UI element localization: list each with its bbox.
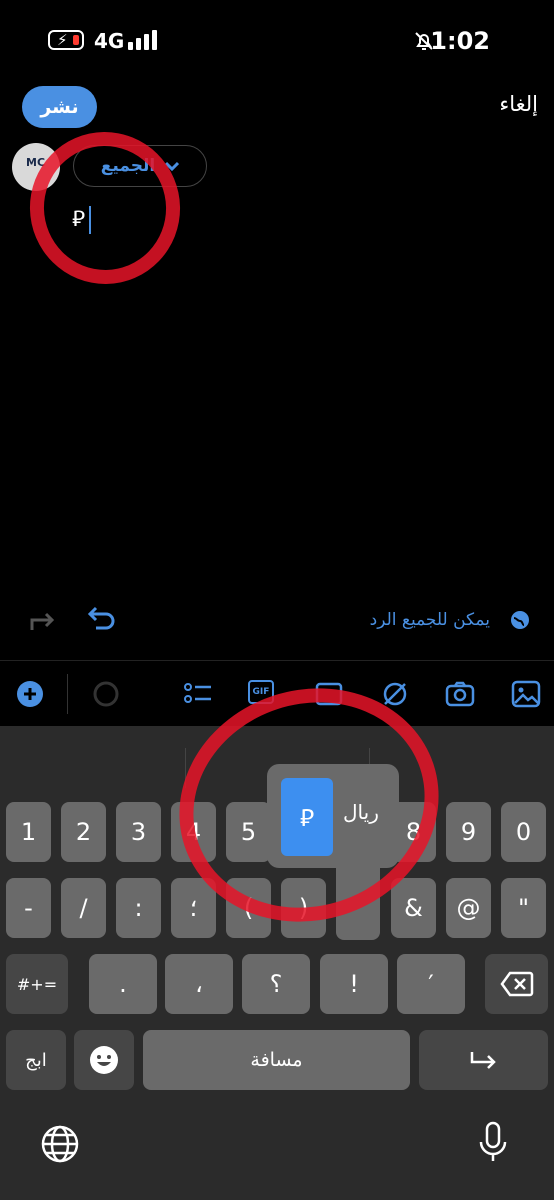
- status-bar: ⚡ 4G 1:02: [0, 0, 554, 80]
- key-quote[interactable]: ": [501, 878, 546, 938]
- reply-setting-label[interactable]: يمكن للجميع الرد: [370, 610, 490, 630]
- network-type: 4G: [94, 29, 125, 53]
- cancel-button[interactable]: إلغاء: [499, 92, 538, 116]
- key-3[interactable]: 3: [116, 802, 161, 862]
- globe-icon[interactable]: [40, 1124, 80, 1164]
- key-1[interactable]: 1: [6, 802, 51, 862]
- backspace-key[interactable]: [485, 954, 548, 1014]
- image-icon[interactable]: [510, 678, 542, 710]
- key-slash[interactable]: /: [61, 878, 106, 938]
- symbols-key[interactable]: #+=: [6, 954, 68, 1014]
- abc-key[interactable]: ابج: [6, 1030, 66, 1090]
- key-minus[interactable]: -: [6, 878, 51, 938]
- space-key[interactable]: مسافة: [143, 1030, 410, 1090]
- progress-ring-icon: [93, 681, 119, 707]
- undo-icon[interactable]: [86, 604, 118, 634]
- battery-icon: ⚡: [48, 30, 84, 50]
- add-thread-icon[interactable]: [14, 678, 46, 710]
- poll-icon[interactable]: [182, 678, 214, 710]
- toolbar-separator: [67, 674, 68, 714]
- emoji-icon: [90, 1046, 118, 1074]
- key-ampersand[interactable]: &: [391, 878, 436, 938]
- return-key[interactable]: [419, 1030, 548, 1090]
- gif-label: GIF: [252, 687, 270, 697]
- publish-button[interactable]: نشر: [22, 86, 97, 128]
- key-0[interactable]: 0: [501, 802, 546, 862]
- return-icon: [470, 1052, 496, 1069]
- globe-icon[interactable]: [510, 610, 530, 630]
- key-arabic-question[interactable]: ؟: [242, 954, 310, 1014]
- camera-icon[interactable]: [444, 678, 476, 710]
- microphone-icon[interactable]: [476, 1120, 510, 1164]
- key-9[interactable]: 9: [446, 802, 491, 862]
- divider: [0, 660, 554, 661]
- key-exclamation[interactable]: !: [320, 954, 388, 1014]
- key-colon[interactable]: :: [116, 878, 161, 938]
- signal-icon: [128, 30, 160, 50]
- key-at[interactable]: @: [446, 878, 491, 938]
- key-arabic-comma[interactable]: ،: [165, 954, 233, 1014]
- redo-icon[interactable]: [28, 606, 60, 634]
- backspace-icon: [499, 971, 533, 997]
- key-2[interactable]: 2: [61, 802, 106, 862]
- key-period[interactable]: .: [89, 954, 157, 1014]
- key-prime[interactable]: ′: [397, 954, 465, 1014]
- emoji-key[interactable]: [74, 1030, 134, 1090]
- clock: 1:02: [430, 27, 490, 55]
